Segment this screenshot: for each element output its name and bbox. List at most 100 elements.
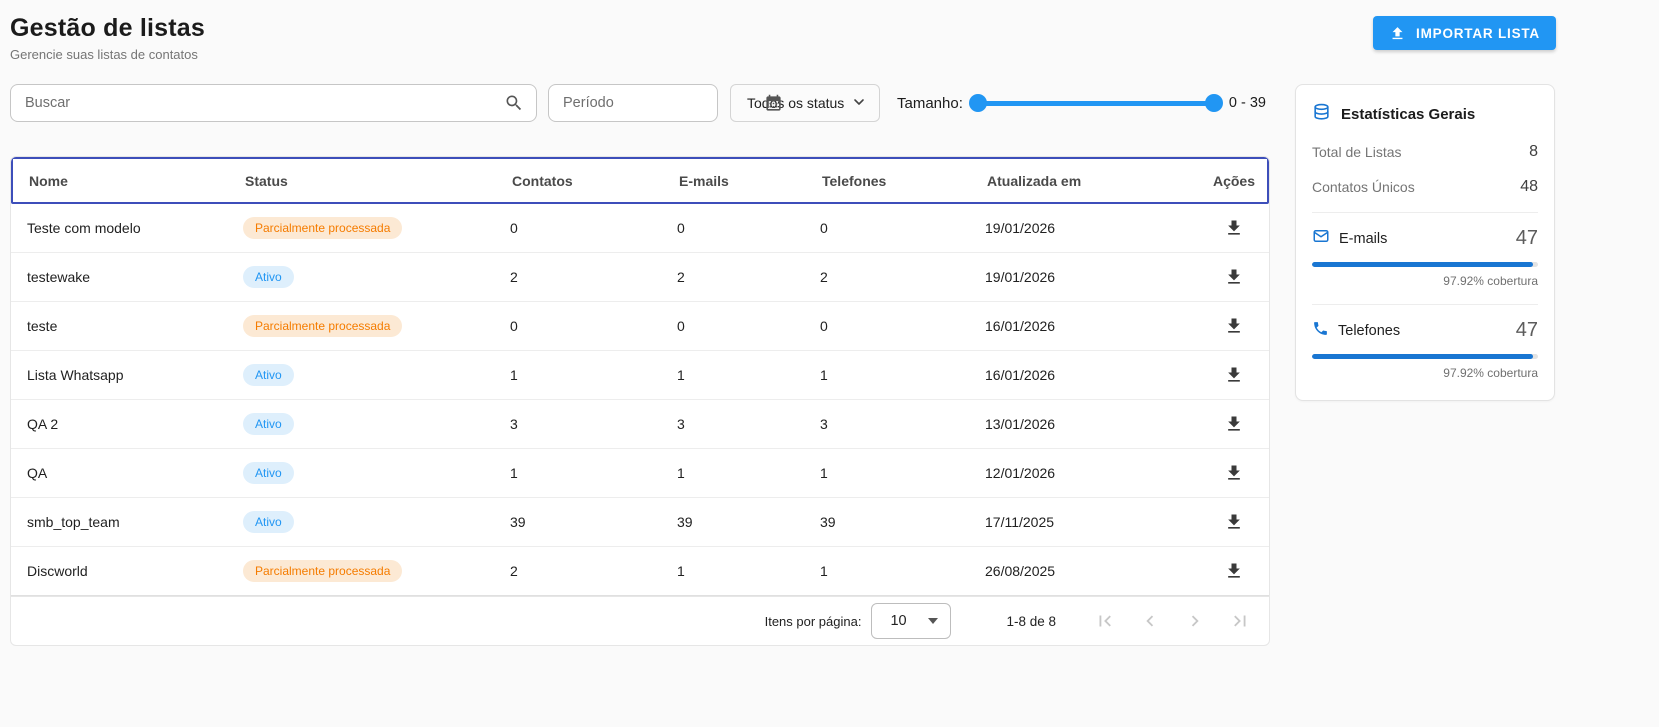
- download-icon[interactable]: [1224, 267, 1244, 287]
- slider-thumb-min[interactable]: [968, 94, 987, 112]
- status-badge: Ativo: [243, 462, 294, 484]
- updated-date: 19/01/2026: [985, 220, 1056, 236]
- column-header-status[interactable]: Status: [245, 173, 512, 189]
- caret-down-icon: [928, 618, 939, 624]
- unique-contacts-value: 48: [1520, 178, 1538, 195]
- table-header-row: Nome Status Contatos E-mails Telefones A…: [11, 157, 1269, 204]
- telefones-progress-fill: [1312, 354, 1534, 359]
- emails-count: 1: [677, 563, 685, 579]
- table-row[interactable]: teste Parcialmente processada 0 0 0 16/01/202…: [11, 302, 1269, 351]
- emails-count: 0: [677, 318, 685, 334]
- slider-thumb-max[interactable]: [1204, 94, 1223, 112]
- telefones-metric-head: Telefones 47: [1312, 319, 1538, 342]
- table-row[interactable]: Teste com modelo Parcialmente processada 0…: [11, 204, 1269, 253]
- emails-progress-fill: [1312, 262, 1534, 267]
- column-header-nome[interactable]: Nome: [29, 173, 245, 189]
- contatos-count: 1: [510, 367, 518, 383]
- import-list-button[interactable]: IMPORTAR LISTA: [1373, 16, 1556, 50]
- table-row[interactable]: QA 2 Ativo 3 3 3 13/01/2026: [11, 400, 1269, 449]
- emails-metric-head: E-mails 47: [1312, 227, 1538, 250]
- status-badge: Ativo: [243, 266, 294, 288]
- telefones-label: Telefones: [1338, 322, 1401, 339]
- column-header-contatos[interactable]: Contatos: [512, 173, 679, 189]
- download-icon[interactable]: [1224, 512, 1244, 532]
- total-lists-value: 8: [1529, 143, 1538, 160]
- updated-date: 19/01/2026: [985, 269, 1056, 285]
- contatos-count: 2: [510, 563, 518, 579]
- download-icon[interactable]: [1224, 561, 1244, 581]
- list-name: smb_top_team: [27, 514, 120, 530]
- download-icon[interactable]: [1224, 316, 1244, 336]
- page-subtitle: Gerencie suas listas de contatos: [10, 47, 198, 62]
- column-header-acoes: Ações: [1212, 172, 1256, 189]
- database-icon: [1312, 103, 1331, 126]
- status-badge: Ativo: [243, 413, 294, 435]
- content: Todos os status Tamanho: 0 - 39: [10, 84, 1659, 646]
- list-management-page: Gestão de listas Gerencie suas listas de…: [0, 0, 1659, 727]
- emails-metric: E-mails 47 97.92% cobertura: [1312, 227, 1538, 288]
- telefones-count: 1: [820, 563, 828, 579]
- divider: [1312, 304, 1538, 305]
- table-row[interactable]: Discworld Parcialmente processada 2 1 1 26/08…: [11, 547, 1269, 596]
- updated-date: 16/01/2026: [985, 318, 1056, 334]
- top-bar: Gestão de listas Gerencie suas listas de…: [10, 14, 1556, 62]
- email-icon: [1312, 227, 1330, 250]
- size-range-slider[interactable]: [968, 94, 1223, 112]
- column-header-atualizada[interactable]: Atualizada em: [987, 173, 1207, 189]
- status-badge: Parcialmente processada: [243, 217, 403, 239]
- updated-date: 16/01/2026: [985, 367, 1056, 383]
- chevron-down-icon: [851, 94, 867, 113]
- telefones-coverage-label: 97.92% cobertura: [1443, 366, 1538, 380]
- period-box: [548, 84, 781, 122]
- download-icon[interactable]: [1224, 414, 1244, 434]
- slider-track[interactable]: [970, 101, 1221, 106]
- column-header-emails[interactable]: E-mails: [679, 173, 822, 189]
- pagination-controls: [1094, 610, 1255, 632]
- table-row[interactable]: QA Ativo 1 1 1 12/01/2026: [11, 449, 1269, 498]
- emails-count: 3: [677, 416, 685, 432]
- list-name: Teste com modelo: [27, 220, 141, 236]
- calendar-icon[interactable]: [764, 94, 795, 113]
- download-icon[interactable]: [1224, 463, 1244, 483]
- updated-date: 17/11/2025: [985, 514, 1055, 530]
- page-heading: Gestão de listas Gerencie suas listas de…: [10, 14, 205, 62]
- search-icon[interactable]: [504, 93, 536, 113]
- emails-coverage-label: 97.92% cobertura: [1443, 274, 1538, 288]
- status-badge: Parcialmente processada: [243, 560, 403, 582]
- list-name: Lista Whatsapp: [27, 367, 124, 383]
- telefones-value: 47: [1515, 319, 1538, 341]
- updated-date: 13/01/2026: [985, 416, 1056, 432]
- period-input[interactable]: [549, 85, 764, 121]
- last-page-icon[interactable]: [1229, 610, 1251, 632]
- first-page-icon[interactable]: [1094, 610, 1116, 632]
- phone-icon: [1312, 320, 1329, 342]
- contatos-count: 0: [510, 318, 518, 334]
- download-icon[interactable]: [1224, 218, 1244, 238]
- emails-progress-track: [1312, 262, 1538, 267]
- status-badge: Parcialmente processada: [243, 315, 403, 337]
- column-header-telefones[interactable]: Telefones: [822, 173, 987, 189]
- next-page-icon[interactable]: [1184, 610, 1206, 632]
- telefones-count: 1: [820, 367, 828, 383]
- page-title: Gestão de listas: [10, 14, 205, 42]
- table-row[interactable]: smb_top_team Ativo 39 39 39 17/11/2025: [11, 498, 1269, 547]
- telefones-count: 3: [820, 416, 828, 432]
- unique-contacts-label: Contatos Únicos: [1312, 179, 1415, 195]
- stats-header: Estatísticas Gerais: [1312, 103, 1538, 126]
- search-input[interactable]: [11, 85, 504, 121]
- status-badge: Ativo: [243, 511, 294, 533]
- contatos-count: 39: [510, 514, 526, 530]
- items-per-page-select[interactable]: 10: [871, 603, 952, 639]
- emails-label: E-mails: [1339, 230, 1388, 247]
- download-icon[interactable]: [1224, 365, 1244, 385]
- upload-icon: [1389, 25, 1406, 42]
- size-range-value: 0 - 39: [1228, 95, 1266, 111]
- filters-bar: Todos os status Tamanho: 0 - 39: [10, 84, 1270, 122]
- contatos-count: 2: [510, 269, 518, 285]
- telefones-count: 0: [820, 318, 828, 334]
- contatos-count: 1: [510, 465, 518, 481]
- table-row[interactable]: Lista Whatsapp Ativo 1 1 1 16/01/2026: [11, 351, 1269, 400]
- table-row[interactable]: testewake Ativo 2 2 2 19/01/2026: [11, 253, 1269, 302]
- list-name: QA 2: [27, 416, 59, 432]
- previous-page-icon[interactable]: [1139, 610, 1161, 632]
